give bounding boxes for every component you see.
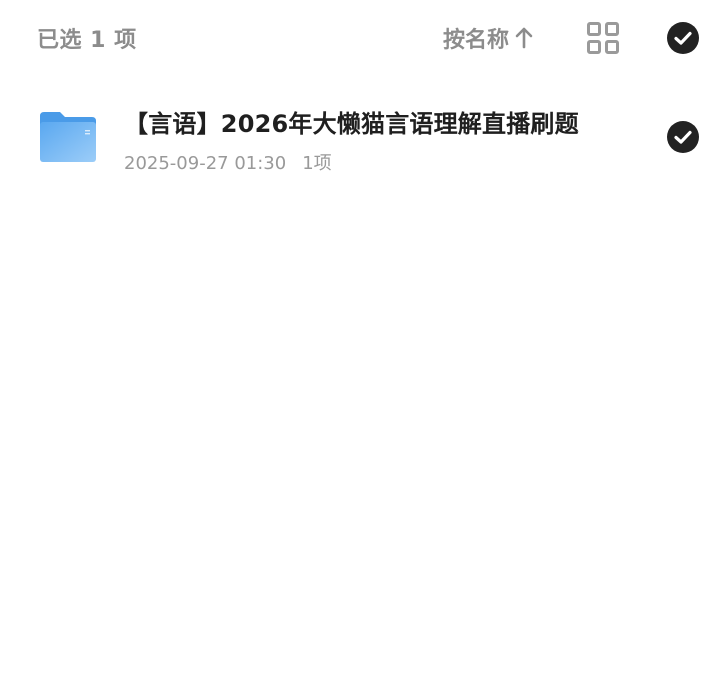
file-modified-date: 2025-09-27 01:30 <box>124 153 287 174</box>
selection-toolbar: 已选 1 项 按名称 <box>0 0 714 78</box>
check-circle-icon[interactable] <box>666 120 700 154</box>
file-list-item[interactable]: 【言语】2026年大懒猫言语理解直播刷题 2025-09-27 01:30 1项 <box>0 92 714 184</box>
sort-label: 按名称 <box>443 28 510 53</box>
file-item-count: 1项 <box>302 153 332 174</box>
folder-icon <box>38 110 98 164</box>
arrow-up-icon <box>513 26 535 50</box>
selected-count-label: 已选 1 项 <box>37 28 137 53</box>
sort-by-name-button[interactable]: 按名称 <box>443 22 535 54</box>
grid-view-icon[interactable] <box>586 21 620 55</box>
select-all-check-icon[interactable] <box>666 21 700 55</box>
file-meta: 2025-09-27 01:30 1项 <box>124 149 332 175</box>
file-name: 【言语】2026年大懒猫言语理解直播刷题 <box>124 110 579 138</box>
